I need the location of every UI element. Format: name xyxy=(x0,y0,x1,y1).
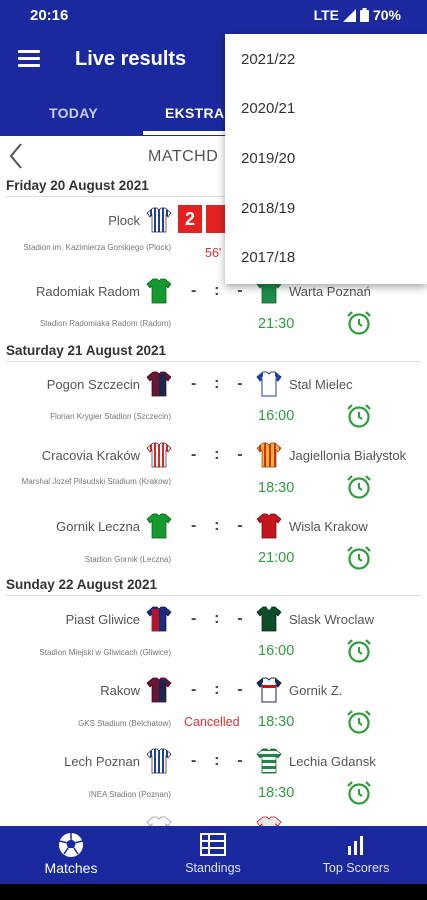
alarm-clock-icon[interactable] xyxy=(346,638,372,664)
stadium: Stadion im. Kazimierza Gorskiego (Plock) xyxy=(23,243,171,252)
home-team[interactable]: Plock xyxy=(108,213,140,228)
home-team[interactable]: Gornik Leczna xyxy=(56,519,140,534)
nav-label: Top Scorers xyxy=(322,861,390,875)
shirt-icon xyxy=(146,207,172,233)
season-option[interactable]: 2018/19 xyxy=(241,200,295,217)
matchday-title[interactable]: MATCHD xyxy=(148,148,218,166)
kickoff-time: 21:00 xyxy=(258,550,295,566)
shirt-icon xyxy=(256,606,282,632)
stadium: Stadion Miejski w Gliwicach (Gliwice) xyxy=(39,648,171,657)
shirt-icon xyxy=(146,677,172,703)
kickoff-time: 21:30 xyxy=(258,316,295,332)
tab-today[interactable]: TODAY xyxy=(49,105,98,121)
home-team[interactable]: Radomiak Radom xyxy=(36,284,140,299)
kickoff-time: 18:30 xyxy=(258,714,295,730)
nav-label: Matches xyxy=(44,860,98,876)
shirt-icon xyxy=(146,748,172,774)
score-separator: - : - xyxy=(191,752,243,769)
alarm-clock-icon[interactable] xyxy=(346,780,372,806)
signal-icon xyxy=(342,8,356,22)
menu-icon[interactable] xyxy=(18,50,40,68)
away-team[interactable]: Jagiellonia Białystok xyxy=(289,448,406,463)
system-nav-bar xyxy=(0,884,427,900)
nav-matches[interactable]: Matches xyxy=(0,826,142,884)
divider xyxy=(6,595,421,596)
match-minute: 56' xyxy=(205,246,222,260)
divider xyxy=(6,361,421,362)
tab-indicator xyxy=(143,131,233,135)
away-team[interactable]: Warta Poznań xyxy=(289,284,371,299)
season-option[interactable]: 2020/21 xyxy=(241,100,295,117)
kickoff-time: 18:30 xyxy=(258,785,295,801)
shirt-icon xyxy=(146,606,172,632)
kickoff-time: 18:30 xyxy=(258,480,295,496)
nav-standings[interactable]: Standings xyxy=(142,826,284,884)
alarm-clock-icon[interactable] xyxy=(346,545,372,571)
shirt-icon xyxy=(146,816,172,826)
season-dropdown: 2021/22 2020/21 2019/20 2018/19 2017/18 xyxy=(225,34,427,284)
shirt-icon xyxy=(146,513,172,539)
score-separator: - : - xyxy=(191,282,243,299)
shirt-icon xyxy=(146,371,172,397)
season-option[interactable]: 2021/22 xyxy=(241,51,295,68)
stadium: Marshal Jozef Pilsudski Stadium (Krakow) xyxy=(21,477,171,486)
shirt-icon xyxy=(256,748,282,774)
shirt-icon xyxy=(146,278,172,304)
home-score: 2 xyxy=(178,205,202,233)
season-option[interactable]: 2017/18 xyxy=(241,249,295,266)
table-icon xyxy=(200,833,226,856)
stadium: Stadion Gornik (Leczna) xyxy=(84,555,171,564)
alarm-clock-icon[interactable] xyxy=(346,403,372,429)
nav-label: Standings xyxy=(185,861,241,875)
score-separator: - : - xyxy=(191,681,243,698)
date-header: Saturday 21 August 2021 xyxy=(6,343,167,358)
football-icon xyxy=(59,833,83,857)
away-team[interactable]: Lechia Gdansk xyxy=(289,754,376,769)
season-option[interactable]: 2019/20 xyxy=(241,150,295,167)
shirt-icon xyxy=(256,816,282,826)
status-time: 20:16 xyxy=(30,7,69,24)
alarm-clock-icon[interactable] xyxy=(346,709,372,735)
bar-chart-icon xyxy=(348,836,363,855)
home-team[interactable]: Cracovia Kraków xyxy=(42,448,140,463)
kickoff-time: 16:00 xyxy=(258,643,295,659)
status-indicators: LTE 70% xyxy=(314,7,401,23)
stadium: INEA Stadion (Poznan) xyxy=(88,790,171,799)
status-bar: 20:16 LTE 70% xyxy=(0,0,427,32)
kickoff-time: 16:00 xyxy=(258,408,295,424)
score-separator: - : - xyxy=(191,610,243,627)
app-title: Live results xyxy=(75,48,187,70)
bottom-nav: Matches Standings Top Scorers xyxy=(0,826,427,884)
stadium: Florian Krygier Stadion (Szczecin) xyxy=(50,412,171,421)
match-status: Cancelled xyxy=(184,715,240,729)
battery-level: 70% xyxy=(372,7,401,23)
shirt-icon xyxy=(256,677,282,703)
network-type: LTE xyxy=(313,7,339,23)
away-score-box xyxy=(206,205,226,233)
nav-top-scorers[interactable]: Top Scorers xyxy=(285,826,427,884)
home-team[interactable]: Lech Poznan xyxy=(64,754,140,769)
shirt-icon xyxy=(146,442,172,468)
chevron-left-icon[interactable] xyxy=(8,142,24,170)
home-team[interactable]: Pogon Szczecin xyxy=(47,377,140,392)
shirt-icon xyxy=(256,442,282,468)
away-team[interactable]: Stal Mielec xyxy=(289,377,353,392)
away-team[interactable]: Wisla Krakow xyxy=(289,519,368,534)
alarm-clock-icon[interactable] xyxy=(346,474,372,500)
shirt-icon xyxy=(256,371,282,397)
shirt-icon xyxy=(256,513,282,539)
date-header: Friday 20 August 2021 xyxy=(6,178,149,193)
away-team[interactable]: Slask Wroclaw xyxy=(289,612,374,627)
alarm-clock-icon[interactable] xyxy=(346,310,372,336)
battery-icon xyxy=(359,8,369,22)
date-header: Sunday 22 August 2021 xyxy=(6,577,158,592)
stadium: GKS Stadium (Belchatow) xyxy=(78,719,171,728)
score-separator: - : - xyxy=(191,517,243,534)
stadium: Stadion Radomiaka Radom (Radom) xyxy=(39,319,171,328)
score-separator: - : - xyxy=(191,375,243,392)
home-team[interactable]: Piast Gliwice xyxy=(66,612,140,627)
score-separator: - : - xyxy=(191,446,243,463)
home-team[interactable]: Rakow xyxy=(100,683,140,698)
away-team[interactable]: Gornik Z. xyxy=(289,683,342,698)
